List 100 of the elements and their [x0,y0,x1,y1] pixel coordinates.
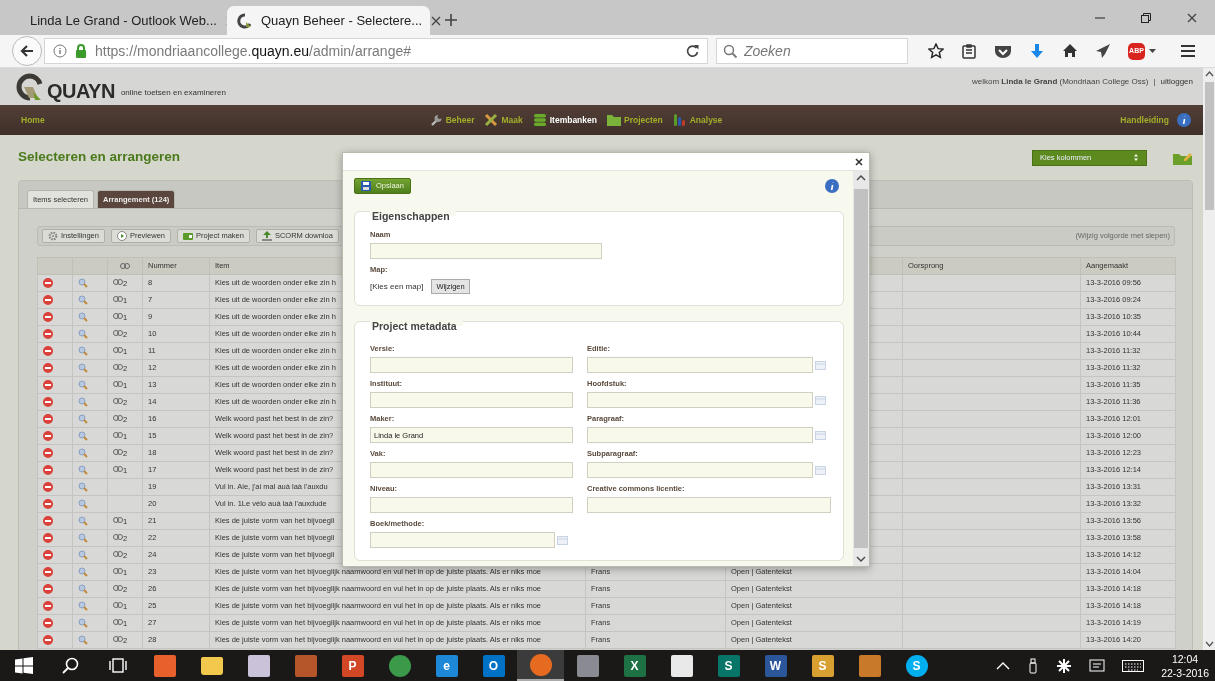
text-field[interactable] [370,532,555,548]
stack-icon [532,113,547,127]
remove-icon[interactable] [43,346,53,357]
notification-icon[interactable] [1089,658,1106,673]
caret-icon[interactable] [1149,48,1156,54]
app-icon: W [764,654,787,677]
remove-icon[interactable] [43,363,53,374]
usb-drive-icon[interactable] [1027,657,1040,674]
tagline: online toetsen en examineren [120,87,226,99]
link-icon [113,602,123,609]
remove-icon[interactable] [43,448,53,459]
app-icon: P [341,654,364,677]
text-field[interactable] [587,497,831,513]
remove-icon[interactable] [43,499,53,510]
nav-link[interactable]: Maak [484,113,523,127]
scrollbar-thumb[interactable] [1204,82,1214,210]
address-bar[interactable]: https://mondriaancollege.quayn.eu/admin/arrange# [44,38,708,64]
text-field[interactable] [587,357,813,373]
name-field[interactable] [370,243,602,259]
link-icon [113,517,123,524]
scrollbar-thumb[interactable] [854,189,868,548]
back-button[interactable] [12,36,42,66]
close-icon[interactable] [855,157,863,166]
taskbar-app-button[interactable]: P [329,650,376,681]
scrollbar[interactable] [1203,68,1215,650]
text-field[interactable] [370,462,573,478]
home-link[interactable]: Home [21,113,45,127]
text-field[interactable] [370,392,573,408]
clipboard-icon[interactable] [961,43,977,59]
taskbar-app-button[interactable]: e [423,650,470,681]
link-icon [113,398,123,405]
info-icon[interactable] [825,179,839,193]
remove-icon[interactable] [43,414,53,425]
link-icon [113,296,123,303]
paper-plane-icon[interactable] [1095,43,1111,59]
remove-icon[interactable] [43,533,53,544]
search-field[interactable]: Zoeken [716,38,908,64]
taskbar-app-button[interactable]: W [752,650,799,681]
text-field[interactable] [370,497,573,513]
remove-icon[interactable] [43,618,53,629]
separator: | [1153,76,1156,88]
folder-value: [Kies een map] [370,280,424,293]
remove-icon[interactable] [43,516,53,527]
link-icon [113,432,123,439]
clock-date[interactable]: 22-3-2016 [1161,665,1209,680]
star-icon[interactable] [928,43,944,59]
nav-link[interactable]: Itembanken [532,113,597,127]
nav-link[interactable]: Analyse [672,113,723,127]
taskbar-app-button[interactable]: S [705,650,752,681]
remove-icon[interactable] [43,431,53,442]
reload-icon[interactable] [685,44,699,58]
remove-icon[interactable] [43,584,53,595]
chevron-up-icon[interactable] [996,660,1011,671]
scrollbar[interactable] [853,171,869,566]
remove-icon[interactable] [43,397,53,408]
help-link[interactable]: Handleiding [1120,113,1169,127]
lock-icon [74,44,88,58]
logo-text: QUAYN [47,81,115,101]
section-title: Eigenschappen [370,209,456,223]
home-icon[interactable] [1062,43,1078,59]
search-icon [723,44,738,59]
keyboard-icon[interactable] [1122,657,1145,674]
app-icon: X [623,654,646,677]
new-tab-icon[interactable] [444,13,458,27]
remove-icon[interactable] [43,550,53,561]
app-icon: S [905,654,928,677]
updown-icon [1133,153,1139,162]
close-icon[interactable] [1186,11,1198,24]
menu-icon[interactable] [1179,43,1197,59]
text-field[interactable] [587,462,813,478]
logout-link[interactable]: uitloggen [1160,76,1193,105]
info-icon[interactable] [1177,113,1191,127]
remove-icon[interactable] [43,312,53,323]
remove-icon[interactable] [43,482,53,493]
q-logo-icon [237,12,253,29]
windows-logo-icon [14,657,33,674]
remove-icon[interactable] [43,380,53,391]
remove-icon[interactable] [43,567,53,578]
nav-link[interactable]: Projecten [606,113,663,127]
text-field[interactable] [370,357,573,373]
nav-link[interactable]: Beheer [428,113,475,127]
text-field[interactable] [587,427,813,443]
remove-icon[interactable] [43,278,53,289]
taskbar-app-button[interactable]: O [470,650,517,681]
link-icon [113,313,123,320]
pencil-ruler-icon [484,113,499,127]
download-icon[interactable] [1029,43,1045,59]
remove-icon[interactable] [43,329,53,340]
text-field[interactable] [587,392,813,408]
restore-icon[interactable] [1140,11,1152,24]
clock-time[interactable]: 12:04 [1161,651,1209,666]
remove-icon[interactable] [43,635,53,646]
taskbar-app-button[interactable]: X [611,650,658,681]
app-icon: S [717,654,740,677]
close-icon[interactable] [430,14,443,27]
remove-icon[interactable] [43,465,53,476]
remove-icon[interactable] [43,295,53,306]
link-icon [113,330,123,337]
remove-icon[interactable] [43,601,53,612]
link-icon [113,619,123,626]
